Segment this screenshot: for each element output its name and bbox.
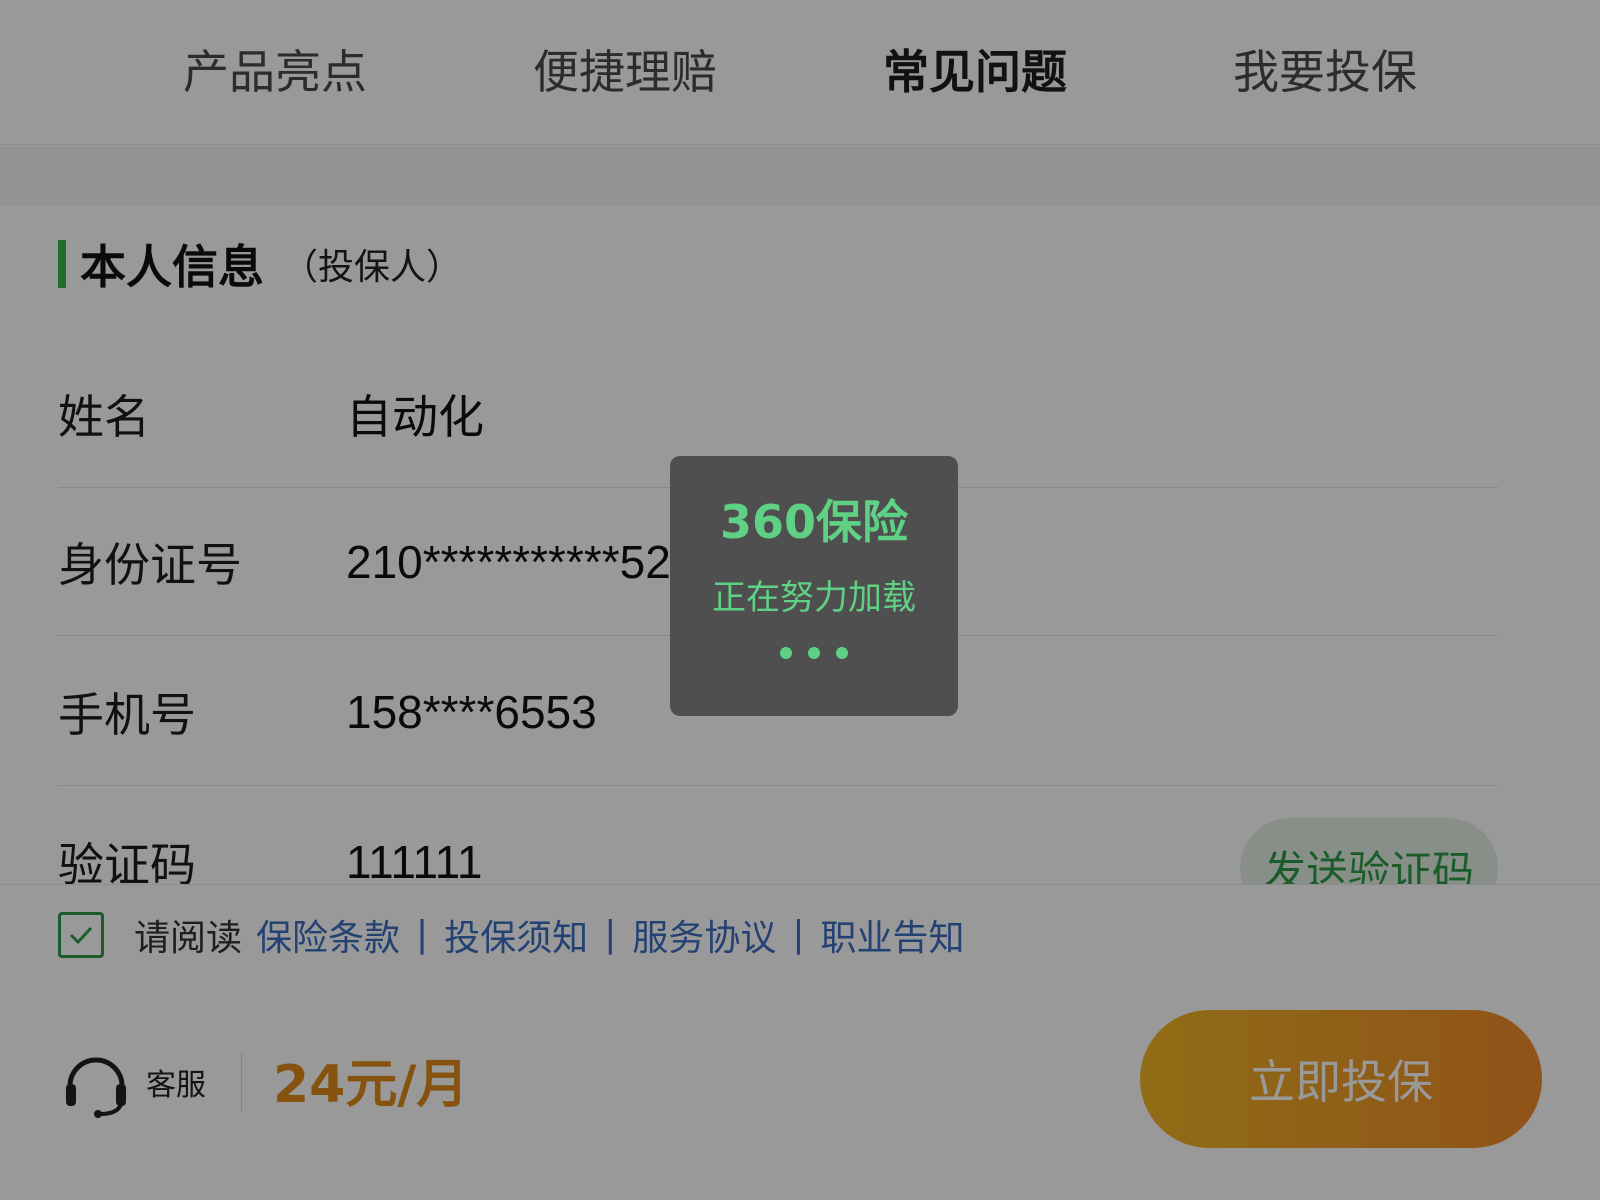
loading-message: 正在努力加载 (712, 578, 916, 618)
loading-dot (780, 647, 792, 659)
loading-dots (780, 647, 848, 659)
loading-dialog: 360保险 正在努力加载 (670, 456, 958, 716)
loading-dot (808, 647, 820, 659)
loading-brand: 360保险 (719, 495, 909, 549)
loading-dot (836, 647, 848, 659)
